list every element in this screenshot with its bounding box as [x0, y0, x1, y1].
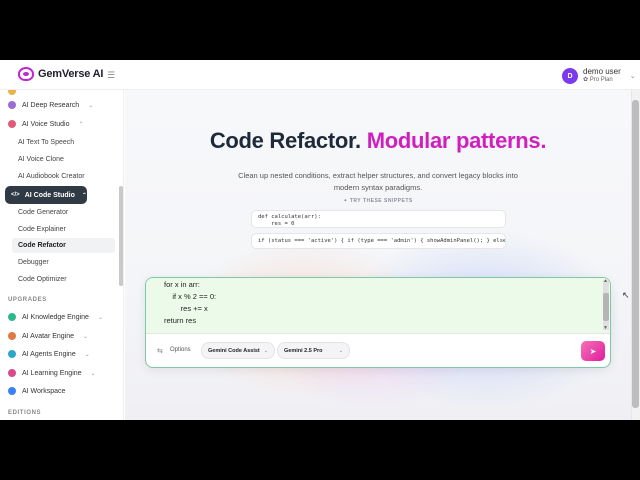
sidebar-item-voice-studio[interactable]: AI Voice Studio ⌃ [8, 117, 84, 131]
hamburger-icon[interactable]: ☰ [107, 70, 115, 81]
section-label-editions: EDITIONS [8, 410, 42, 416]
code-line: if x % 2 == 0: [164, 292, 217, 301]
sidebar-item-label: AI Agents Engine [22, 350, 76, 358]
options-button[interactable]: Options [170, 347, 191, 353]
chevron-up-icon: ⌃ [81, 192, 87, 199]
sidebar-subitem-debugger[interactable]: Debugger [18, 256, 49, 270]
code-composer: for x in arr: if x % 2 == 0: res += x re… [145, 277, 611, 368]
mouse-cursor-icon: ↖ [622, 290, 630, 300]
sidebar-item-label: AI Code Studio [24, 191, 75, 199]
sidebar-subitem-code-generator[interactable]: Code Generator [18, 206, 68, 220]
sidebar-scrollbar[interactable] [119, 186, 123, 286]
avatar-engine-icon [8, 332, 16, 340]
editor-scrollbar-thumb[interactable] [603, 293, 609, 321]
send-icon: ➤ [589, 346, 597, 356]
sidebar-item-workspace[interactable]: AI Workspace [8, 384, 65, 398]
sidebar-item-avatar-engine[interactable]: AI Avatar Engine ⌄ [8, 329, 88, 343]
sidebar-subitem-audiobook-creator[interactable]: AI Audiobook Creator [18, 170, 85, 184]
snippet-card-python[interactable]: def calculate(arr): res = 0 [251, 210, 506, 228]
learning-icon [8, 369, 16, 377]
sidebar-item-code-studio[interactable]: </> AI Code Studio ⌃ [5, 186, 87, 204]
chevron-down-icon: ⌄ [83, 333, 89, 340]
microphone-icon [8, 120, 16, 128]
sidebar-item-label: AI Deep Research [22, 101, 80, 109]
scroll-up-icon[interactable]: ▲ [603, 278, 608, 284]
sidebar-item-partial[interactable] [8, 90, 16, 98]
section-label-upgrades: UPGRADES [8, 297, 47, 303]
sliders-icon[interactable]: ⇆ [157, 347, 163, 355]
sidebar-item-label: AI Voice Studio [22, 120, 70, 128]
sidebar-item-learning-engine[interactable]: AI Learning Engine ⌄ [8, 366, 96, 380]
code-line: return res [164, 316, 197, 325]
brand-name: GemVerse AI [38, 68, 104, 80]
chevron-down-icon: ⌄ [84, 351, 90, 358]
page-title-primary: Code Refactor. [209, 128, 361, 153]
code-line: for x in arr: [164, 280, 200, 289]
top-header: GemVerse AI ☰ D demo user ✿ Pro Plan ⌄ [0, 60, 640, 90]
agents-icon [8, 350, 16, 358]
chevron-down-icon: ⌄ [90, 370, 96, 377]
sidebar-item-label: AI Avatar Engine [22, 332, 75, 340]
chevron-down-icon: ⌄ [338, 347, 343, 354]
page-title: Code Refactor. Modular patterns. [125, 128, 631, 154]
code-icon: </> [11, 192, 20, 198]
brain-logo-icon [18, 67, 34, 81]
sidebar-subitem-text-to-speech[interactable]: AI Text To Speech [18, 136, 74, 150]
chevron-up-icon: ⌃ [78, 121, 84, 128]
page-scrollbar-thumb[interactable] [632, 100, 639, 408]
code-line: res += x [164, 304, 208, 313]
app-window: GemVerse AI ☰ D demo user ✿ Pro Plan ⌄ A… [0, 60, 640, 420]
chevron-down-icon: ⌄ [629, 73, 636, 80]
knowledge-icon [8, 313, 16, 321]
chevron-down-icon: ⌄ [263, 347, 268, 354]
code-input[interactable]: for x in arr: if x % 2 == 0: res += x re… [146, 278, 610, 334]
try-snippets-label: ✦ TRY THESE SNIPPETS [343, 198, 413, 204]
sidebar-item-label: AI Workspace [22, 387, 66, 395]
composer-toolbar: ⇆ Options Gemini Code Assist ⌄ Gemini 2.… [146, 334, 610, 367]
sidebar-subitem-code-explainer[interactable]: Code Explainer [18, 223, 66, 237]
chevron-down-icon: ⌄ [88, 102, 94, 109]
page-subtitle: Clean up nested conditions, extract help… [238, 171, 518, 192]
sidebar-subitem-voice-clone[interactable]: AI Voice Clone [18, 153, 64, 167]
sidebar-subitem-code-refactor[interactable]: Code Refactor [12, 238, 115, 253]
sidebar-item-deep-research[interactable]: AI Deep Research ⌄ [8, 98, 93, 112]
user-name: demo user [583, 67, 621, 76]
sidebar: AI Deep Research ⌄ AI Voice Studio ⌃ AI … [0, 90, 124, 420]
workspace-icon [8, 387, 16, 395]
sidebar-subitem-code-optimizer[interactable]: Code Optimizer [18, 273, 67, 287]
user-plan: ✿ Pro Plan [583, 77, 613, 83]
snippet-card-js[interactable]: if (status === 'active') { if (type === … [251, 233, 506, 249]
sidebar-item-label: AI Knowledge Engine [22, 313, 89, 321]
avatar: D [562, 68, 578, 84]
assistant-select-value: Gemini Code Assist [208, 347, 260, 354]
model-select-value: Gemini 2.5 Pro [284, 347, 323, 354]
scroll-down-icon[interactable]: ▼ [603, 325, 608, 331]
user-menu[interactable]: D demo user ✿ Pro Plan ⌄ [562, 67, 636, 85]
page-title-accent: Modular patterns. [366, 128, 547, 153]
chevron-down-icon: ⌄ [97, 314, 103, 321]
brand-logo[interactable]: GemVerse AI [18, 67, 103, 81]
sidebar-item-label: AI Learning Engine [22, 369, 82, 377]
content-hub-icon [8, 90, 16, 95]
assistant-select[interactable]: Gemini Code Assist ⌄ [201, 342, 275, 359]
model-select[interactable]: Gemini 2.5 Pro ⌄ [277, 342, 350, 359]
sidebar-item-agents-engine[interactable]: AI Agents Engine ⌄ [8, 347, 90, 361]
send-button[interactable]: ➤ [581, 341, 605, 361]
research-icon [8, 101, 16, 109]
sidebar-item-knowledge-engine[interactable]: AI Knowledge Engine ⌄ [8, 310, 103, 324]
main-content: Code Refactor. Modular patterns. Clean u… [125, 90, 631, 420]
